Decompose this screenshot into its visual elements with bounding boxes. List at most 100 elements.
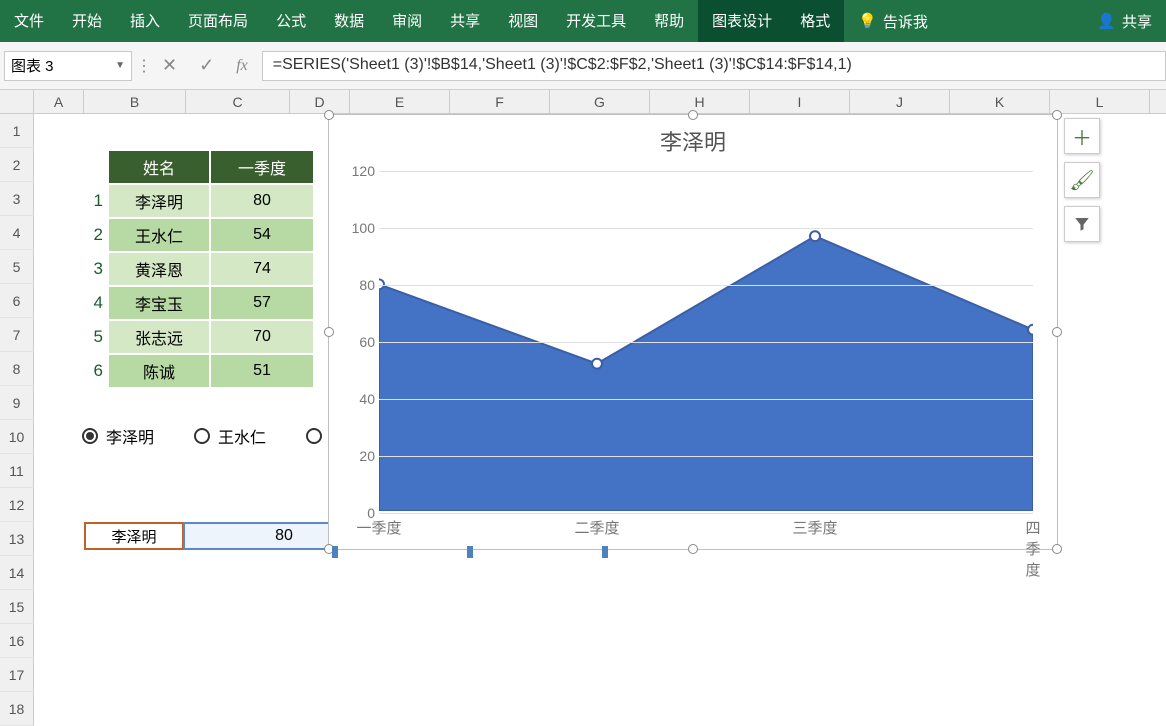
table-row[interactable]: 1 李泽明 80 xyxy=(84,184,314,218)
select-all-corner[interactable] xyxy=(0,90,34,113)
row-14[interactable]: 14 xyxy=(0,556,34,590)
gridline xyxy=(379,228,1033,229)
col-K[interactable]: K xyxy=(950,90,1050,113)
confirm-icon[interactable]: ✓ xyxy=(199,55,214,76)
resize-handle[interactable] xyxy=(324,110,334,120)
cell-name[interactable]: 陈诚 xyxy=(108,354,210,388)
row-18[interactable]: 18 xyxy=(0,692,34,726)
cell-name[interactable]: 李泽明 xyxy=(108,184,210,218)
table-row[interactable]: 6 陈诚 51 xyxy=(84,354,314,388)
area-fill[interactable] xyxy=(379,236,1033,511)
col-E[interactable]: E xyxy=(350,90,450,113)
row-1[interactable]: 1 xyxy=(0,114,34,148)
data-point[interactable] xyxy=(1028,325,1033,335)
tab-developer[interactable]: 开发工具 xyxy=(552,0,640,42)
resize-handle[interactable] xyxy=(1052,327,1062,337)
col-D[interactable]: D xyxy=(290,90,350,113)
col-A[interactable]: A xyxy=(34,90,84,113)
tab-formulas[interactable]: 公式 xyxy=(262,0,320,42)
table-row[interactable]: 3 黄泽恩 74 xyxy=(84,252,314,286)
row-9[interactable]: 9 xyxy=(0,386,34,420)
tab-layout[interactable]: 页面布局 xyxy=(174,0,262,42)
tab-help[interactable]: 帮助 xyxy=(640,0,698,42)
row-7[interactable]: 7 xyxy=(0,318,34,352)
table-row[interactable]: 4 李宝玉 57 xyxy=(84,286,314,320)
resize-handle[interactable] xyxy=(688,110,698,120)
tab-insert[interactable]: 插入 xyxy=(116,0,174,42)
tab-chart-design[interactable]: 图表设计 xyxy=(698,0,786,42)
tab-data[interactable]: 数据 xyxy=(320,0,378,42)
series-range-handles[interactable] xyxy=(332,546,608,554)
cell-q1[interactable]: 57 xyxy=(210,286,314,320)
cell-q1[interactable]: 51 xyxy=(210,354,314,388)
chart-filter-button[interactable] xyxy=(1064,206,1100,242)
radio-option-1[interactable]: 王水仁 xyxy=(194,424,266,448)
cell-b14[interactable]: 李泽明 xyxy=(84,522,184,550)
col-I[interactable]: I xyxy=(750,90,850,113)
row-16[interactable]: 16 xyxy=(0,624,34,658)
cell-name[interactable]: 黄泽恩 xyxy=(108,252,210,286)
col-L[interactable]: L xyxy=(1050,90,1150,113)
cell-name[interactable]: 李宝玉 xyxy=(108,286,210,320)
row-6[interactable]: 6 xyxy=(0,284,34,318)
plot-area[interactable]: 020406080100120 xyxy=(379,171,1033,511)
header-q1[interactable]: 一季度 xyxy=(210,150,314,184)
fx-icon[interactable]: fx xyxy=(236,57,248,75)
tell-me[interactable]: 💡 告诉我 xyxy=(844,0,942,42)
resize-handle[interactable] xyxy=(688,544,698,554)
row-11[interactable]: 11 xyxy=(0,454,34,488)
row-headers: 123456789101112131415161718 xyxy=(0,114,34,726)
chart-title[interactable]: 李泽明 xyxy=(329,115,1057,163)
tab-review[interactable]: 审阅 xyxy=(378,0,436,42)
tab-home[interactable]: 开始 xyxy=(58,0,116,42)
col-F[interactable]: F xyxy=(450,90,550,113)
chart-object[interactable]: 李泽明 020406080100120 一季度二季度三季度四季度 xyxy=(328,114,1058,550)
name-box[interactable]: 图表 3 ▼ xyxy=(4,51,132,81)
row-13[interactable]: 13 xyxy=(0,522,34,556)
row-10[interactable]: 10 xyxy=(0,420,34,454)
tab-share[interactable]: 共享 xyxy=(436,0,494,42)
data-point[interactable] xyxy=(592,359,602,369)
formula-input[interactable]: =SERIES('Sheet1 (3)'!$B$14,'Sheet1 (3)'!… xyxy=(262,51,1166,81)
row-4[interactable]: 4 xyxy=(0,216,34,250)
tab-view[interactable]: 视图 xyxy=(494,0,552,42)
data-point[interactable] xyxy=(810,231,820,241)
cell-q1[interactable]: 54 xyxy=(210,218,314,252)
radio-option-0[interactable]: 李泽明 xyxy=(82,424,154,448)
resize-handle[interactable] xyxy=(1052,110,1062,120)
header-name[interactable]: 姓名 xyxy=(108,150,210,184)
col-B[interactable]: B xyxy=(84,90,186,113)
cell-q1[interactable]: 74 xyxy=(210,252,314,286)
row-2[interactable]: 2 xyxy=(0,148,34,182)
col-J[interactable]: J xyxy=(850,90,950,113)
cell-name[interactable]: 张志远 xyxy=(108,320,210,354)
col-C[interactable]: C xyxy=(186,90,290,113)
table-row[interactable]: 2 王水仁 54 xyxy=(84,218,314,252)
share-label: 共享 xyxy=(1122,11,1152,32)
chevron-down-icon[interactable]: ▼ xyxy=(115,60,125,71)
row-12[interactable]: 12 xyxy=(0,488,34,522)
cancel-icon[interactable]: ✕ xyxy=(162,55,177,76)
col-H[interactable]: H xyxy=(650,90,750,113)
share-button[interactable]: 👤 共享 xyxy=(1083,0,1166,42)
tab-format[interactable]: 格式 xyxy=(786,0,844,42)
radio-option-2[interactable] xyxy=(306,428,322,444)
row-3[interactable]: 3 xyxy=(0,182,34,216)
area-series[interactable] xyxy=(379,171,1033,511)
spreadsheet-grid[interactable]: A B C D E F G H I J K L 1234567891011121… xyxy=(0,90,1166,114)
tab-file[interactable]: 文件 xyxy=(0,0,58,42)
chart-elements-button[interactable]: ＋ xyxy=(1064,118,1100,154)
cell-q1[interactable]: 80 xyxy=(210,184,314,218)
resize-handle[interactable] xyxy=(1052,544,1062,554)
table-row[interactable]: 5 张志远 70 xyxy=(84,320,314,354)
cell-q1[interactable]: 70 xyxy=(210,320,314,354)
cell-name[interactable]: 王水仁 xyxy=(108,218,210,252)
row-8[interactable]: 8 xyxy=(0,352,34,386)
col-G[interactable]: G xyxy=(550,90,650,113)
resize-handle[interactable] xyxy=(324,327,334,337)
row-5[interactable]: 5 xyxy=(0,250,34,284)
row-17[interactable]: 17 xyxy=(0,658,34,692)
chart-styles-button[interactable]: 🖌 xyxy=(1064,162,1100,198)
gridline xyxy=(379,399,1033,400)
row-15[interactable]: 15 xyxy=(0,590,34,624)
